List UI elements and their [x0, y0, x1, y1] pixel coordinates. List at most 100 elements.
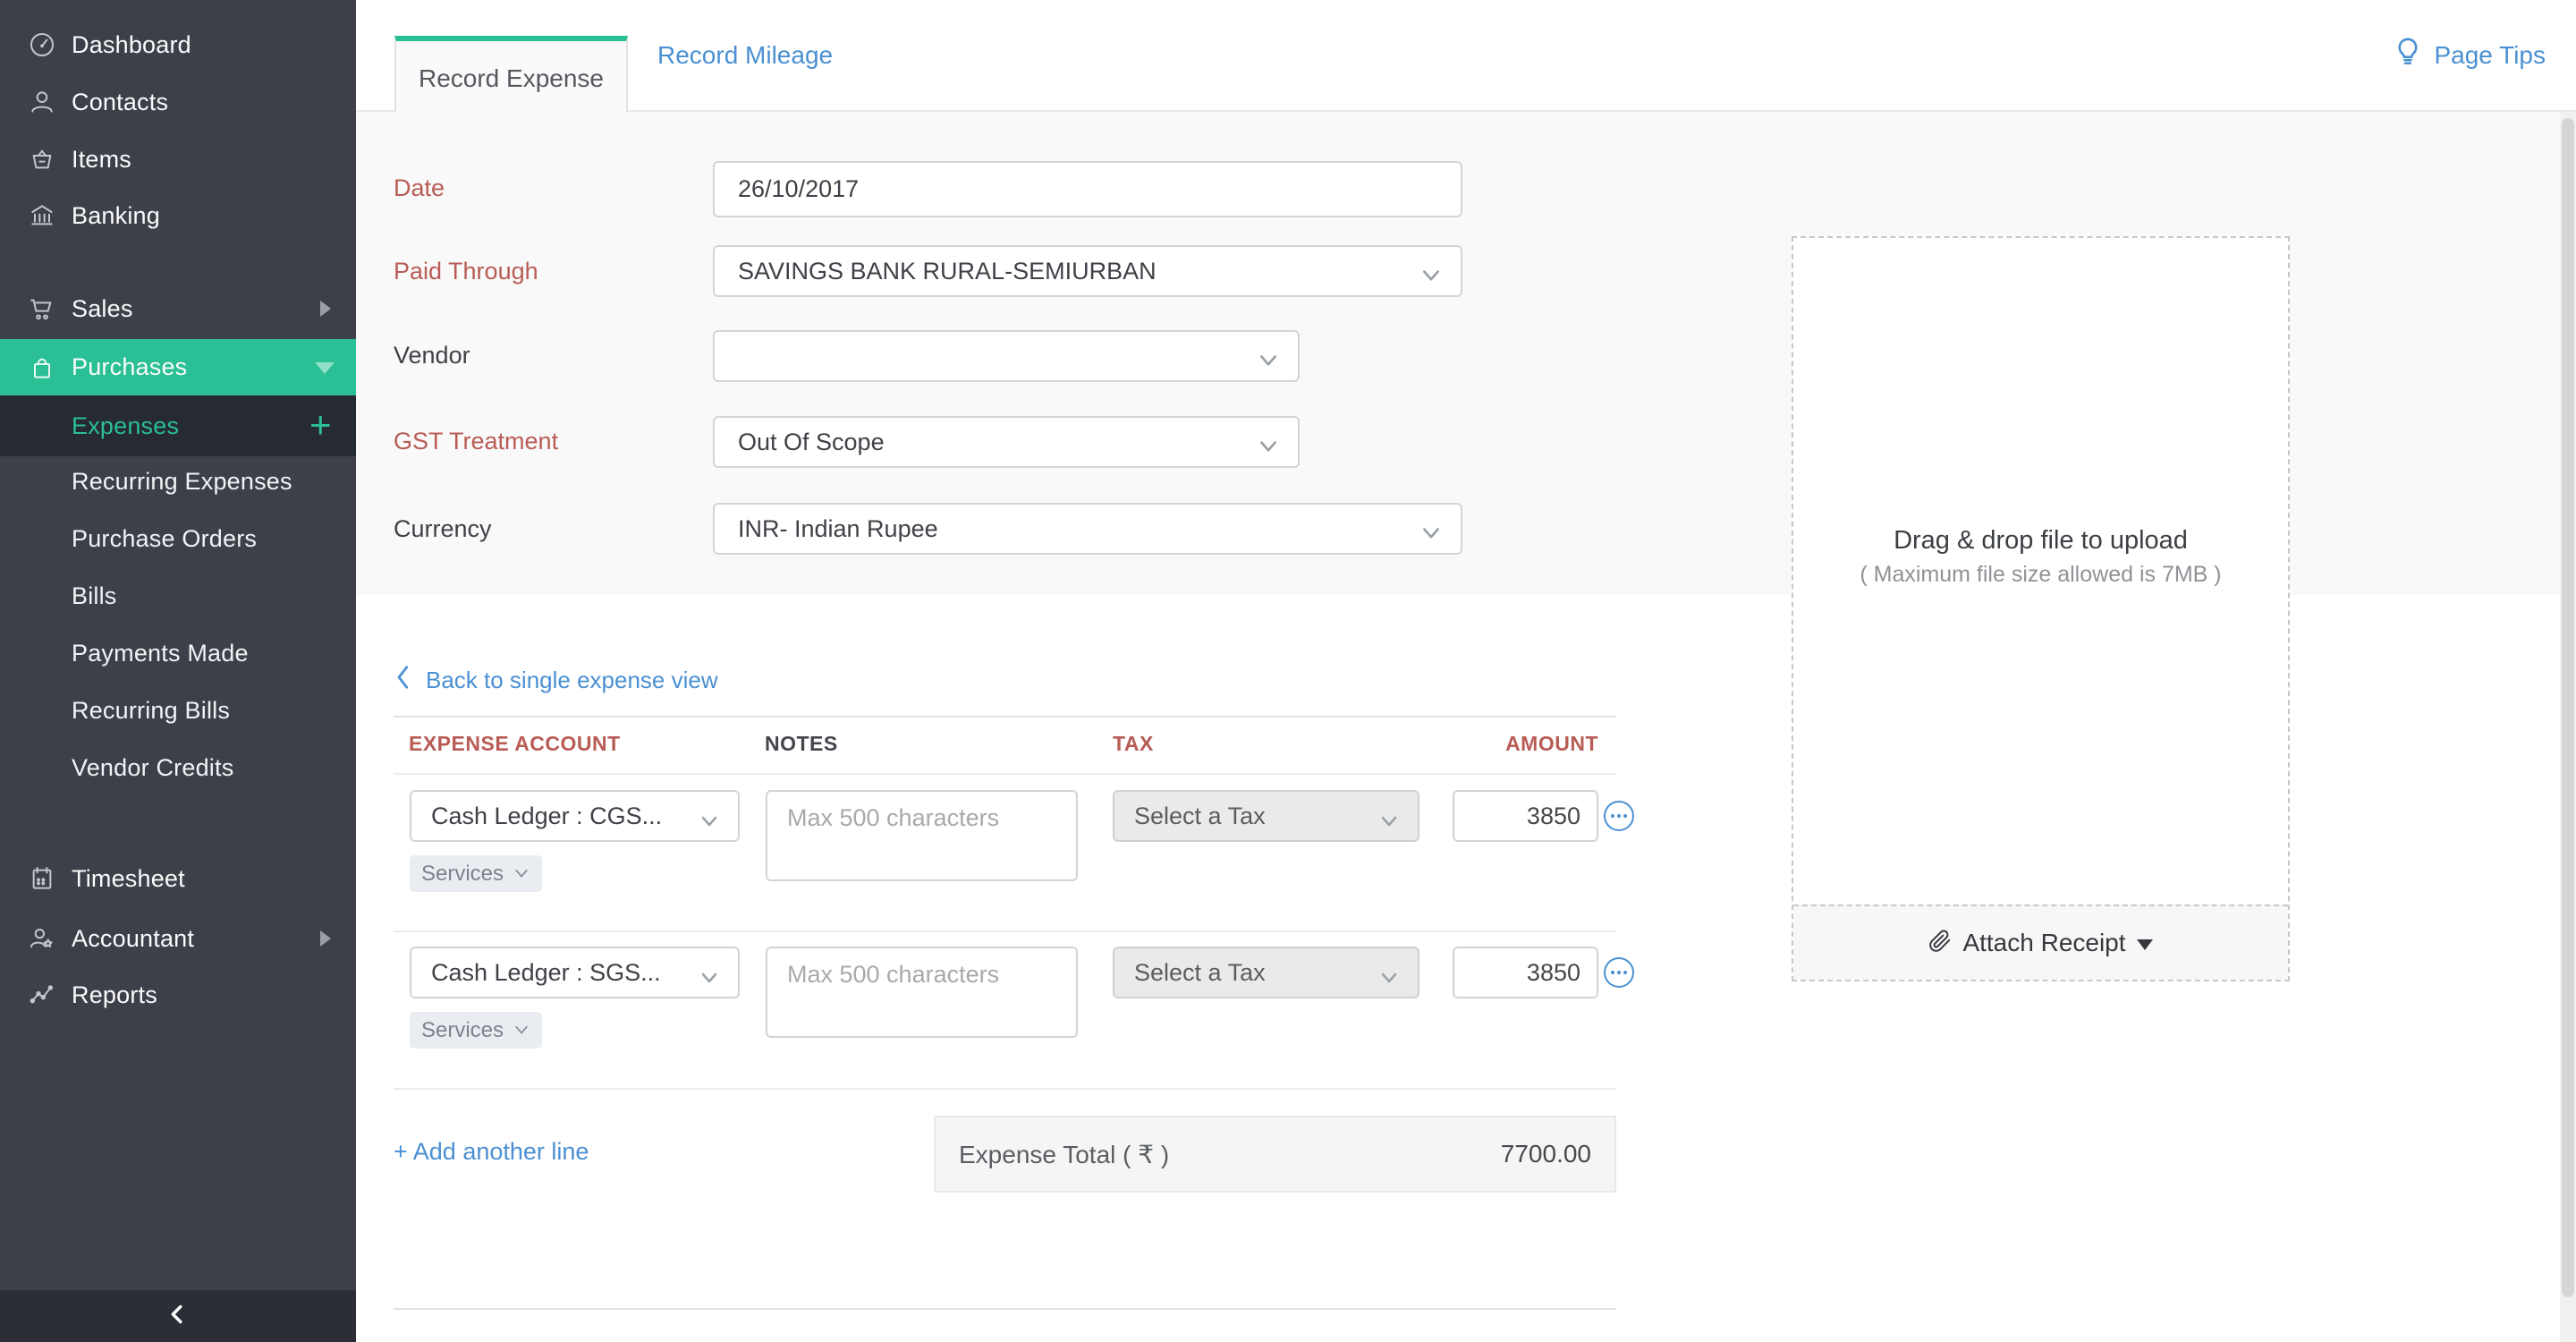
accountant-icon	[27, 923, 57, 954]
chevron-right-icon	[320, 930, 331, 947]
select-chevron-icon	[1257, 434, 1280, 462]
tax-select[interactable]: Select a Tax	[1113, 790, 1419, 842]
expense-total-row: Expense Total ( ₹ ) 7700.00	[934, 1116, 1616, 1193]
sidebar-item-label: Purchases	[72, 353, 188, 380]
more-options-icon[interactable]	[1604, 957, 1634, 988]
sidebar-item-label: Reports	[72, 981, 157, 1008]
chevron-down-icon	[515, 869, 528, 877]
sidebar-item-bills[interactable]: Bills	[0, 567, 356, 624]
sidebar: Dashboard Contacts Items Banking Sales P…	[0, 0, 356, 1342]
sidebar-item-reports[interactable]: Reports	[0, 966, 356, 1023]
tab-record-expense[interactable]: Record Expense	[394, 36, 628, 115]
sidebar-item-label: Vendor Credits	[72, 753, 234, 781]
paperclip-icon	[1928, 929, 1952, 958]
sidebar-item-label: Bills	[72, 582, 117, 609]
sidebar-item-recurring-bills[interactable]: Recurring Bills	[0, 682, 356, 739]
amount-input[interactable]	[1453, 947, 1598, 998]
expense-account-value: Cash Ledger : CGS...	[431, 802, 663, 829]
back-link-label: Back to single expense view	[426, 667, 718, 693]
select-chevron-icon	[1419, 263, 1443, 291]
sidebar-item-vendor-credits[interactable]: Vendor Credits	[0, 739, 356, 796]
select-chevron-icon	[1419, 521, 1443, 548]
tab-label: Record Mileage	[657, 40, 834, 69]
sidebar-item-label: Accountant	[72, 924, 195, 952]
sidebar-item-sales[interactable]: Sales	[0, 280, 356, 337]
gst-treatment-value: Out Of Scope	[738, 428, 885, 455]
sidebar-item-label: Contacts	[72, 88, 169, 115]
expense-account-value: Cash Ledger : SGS...	[431, 958, 661, 986]
sidebar-item-accountant[interactable]: Accountant	[0, 910, 356, 967]
column-header-tax: TAX	[1113, 732, 1154, 755]
tax-value: Select a Tax	[1134, 958, 1266, 986]
expense-total-value: 7700.00	[1500, 1140, 1591, 1168]
sidebar-item-expenses[interactable]: Expenses +	[0, 395, 356, 456]
tab-record-mileage[interactable]: Record Mileage	[657, 0, 833, 110]
timesheet-icon	[27, 863, 57, 894]
gauge-icon	[27, 30, 57, 60]
item-type-label: Services	[420, 1017, 504, 1042]
select-chevron-icon	[699, 964, 720, 992]
expense-account-select[interactable]: Cash Ledger : SGS...	[410, 947, 740, 998]
item-type-tag[interactable]: Services	[410, 1012, 542, 1049]
sidebar-item-label: Payments Made	[72, 639, 249, 667]
sidebar-collapse-button[interactable]	[0, 1290, 356, 1342]
sales-icon	[27, 293, 57, 324]
attach-receipt-label: Attach Receipt	[1962, 929, 2126, 956]
sidebar-item-dashboard[interactable]: Dashboard	[0, 16, 356, 73]
back-to-single-expense-link[interactable]: Back to single expense view	[394, 664, 718, 697]
sidebar-item-purchase-orders[interactable]: Purchase Orders	[0, 510, 356, 567]
page-tips-link[interactable]: Page Tips	[2393, 0, 2546, 110]
sidebar-item-recurring-expenses[interactable]: Recurring Expenses	[0, 453, 356, 510]
notes-textarea[interactable]	[766, 790, 1078, 881]
add-expense-icon[interactable]: +	[309, 406, 332, 444]
tax-select[interactable]: Select a Tax	[1113, 947, 1419, 998]
sidebar-item-label: Sales	[72, 294, 133, 322]
sidebar-item-banking[interactable]: Banking	[0, 187, 356, 244]
add-another-line-link[interactable]: + Add another line	[394, 1138, 589, 1166]
tax-value: Select a Tax	[1134, 802, 1266, 829]
amount-input[interactable]	[1453, 790, 1598, 842]
sidebar-item-label: Banking	[72, 201, 160, 229]
sidebar-item-timesheet[interactable]: Timesheet	[0, 850, 356, 907]
sidebar-item-payments-made[interactable]: Payments Made	[0, 624, 356, 682]
sidebar-item-contacts[interactable]: Contacts	[0, 73, 356, 131]
vendor-select[interactable]	[713, 330, 1300, 382]
dropzone-title: Drag & drop file to upload	[1894, 526, 2188, 555]
items-icon	[27, 144, 57, 174]
tab-label: Record Expense	[418, 64, 604, 92]
lightbulb-icon	[2393, 37, 2423, 73]
item-type-tag[interactable]: Services	[410, 855, 542, 892]
sidebar-item-label: Purchase Orders	[72, 524, 258, 552]
row-divider	[394, 930, 1616, 932]
sidebar-item-label: Recurring Expenses	[72, 467, 292, 495]
paid-through-select[interactable]: SAVINGS BANK RURAL-SEMIURBAN	[713, 245, 1462, 297]
gst-treatment-select[interactable]: Out Of Scope	[713, 416, 1300, 468]
contacts-icon	[27, 87, 57, 117]
row-divider	[394, 1088, 1616, 1090]
reports-icon	[27, 980, 57, 1010]
expense-total-label: Expense Total ( ₹ )	[959, 1140, 1170, 1168]
sidebar-item-label: Timesheet	[72, 864, 185, 892]
paid-through-label: Paid Through	[394, 258, 538, 285]
dropzone-size-note: ( Maximum file size allowed is 7MB )	[1860, 562, 2222, 587]
scrollbar-thumb[interactable]	[2562, 118, 2574, 1297]
chevron-down-icon	[315, 362, 335, 374]
date-input[interactable]	[713, 161, 1462, 217]
sidebar-item-label: Recurring Bills	[72, 696, 231, 724]
currency-label: Currency	[394, 515, 492, 542]
more-options-icon[interactable]	[1604, 801, 1634, 831]
expense-account-select[interactable]: Cash Ledger : CGS...	[410, 790, 740, 842]
section-divider	[394, 1308, 1616, 1310]
sidebar-item-items[interactable]: Items	[0, 131, 356, 188]
sidebar-item-purchases[interactable]: Purchases	[0, 339, 356, 395]
chevron-right-icon	[320, 301, 331, 317]
receipt-dropzone[interactable]: Drag & drop file to upload ( Maximum fil…	[1792, 236, 2290, 981]
date-label: Date	[394, 174, 445, 201]
currency-select[interactable]: INR- Indian Rupee	[713, 503, 1462, 555]
attach-receipt-button[interactable]: Attach Receipt	[1793, 905, 2288, 980]
select-chevron-icon	[1378, 808, 1400, 836]
notes-textarea[interactable]	[766, 947, 1078, 1038]
gst-treatment-label: GST Treatment	[394, 428, 559, 454]
caret-down-icon	[2136, 939, 2153, 950]
banking-icon	[27, 200, 57, 231]
